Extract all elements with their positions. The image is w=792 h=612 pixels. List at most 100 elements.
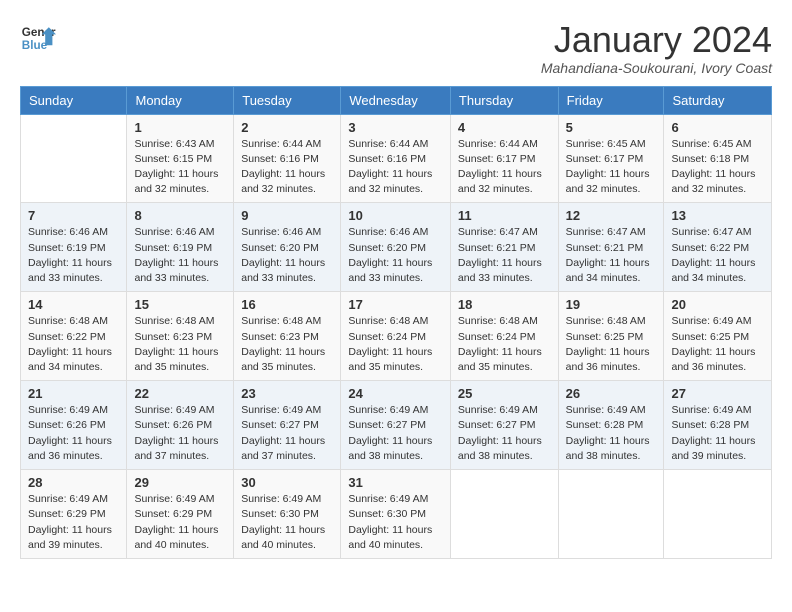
- day-info: Sunrise: 6:49 AMSunset: 6:29 PMDaylight:…: [134, 492, 226, 553]
- month-title: January 2024: [541, 20, 772, 60]
- day-number: 26: [566, 386, 657, 401]
- day-info: Sunrise: 6:48 AMSunset: 6:22 PMDaylight:…: [28, 314, 119, 375]
- day-of-week-header: Thursday: [450, 86, 558, 114]
- svg-text:Blue: Blue: [22, 39, 48, 52]
- calendar-cell: 7 Sunrise: 6:46 AMSunset: 6:19 PMDaylight…: [21, 203, 127, 292]
- calendar-cell: 6 Sunrise: 6:45 AMSunset: 6:18 PMDaylight…: [664, 114, 772, 203]
- day-number: 15: [134, 297, 226, 312]
- day-info: Sunrise: 6:49 AMSunset: 6:28 PMDaylight:…: [671, 403, 764, 464]
- calendar-cell: 18 Sunrise: 6:48 AMSunset: 6:24 PMDayligh…: [450, 292, 558, 381]
- calendar-week-row: 21 Sunrise: 6:49 AMSunset: 6:26 PMDayligh…: [21, 381, 772, 470]
- day-info: Sunrise: 6:48 AMSunset: 6:24 PMDaylight:…: [348, 314, 443, 375]
- day-info: Sunrise: 6:46 AMSunset: 6:19 PMDaylight:…: [28, 225, 119, 286]
- calendar-cell: 24 Sunrise: 6:49 AMSunset: 6:27 PMDayligh…: [341, 381, 451, 470]
- day-info: Sunrise: 6:45 AMSunset: 6:18 PMDaylight:…: [671, 137, 764, 198]
- page-header: General Blue January 2024 Mahandiana-Sou…: [20, 20, 772, 76]
- calendar-cell: 13 Sunrise: 6:47 AMSunset: 6:22 PMDayligh…: [664, 203, 772, 292]
- day-number: 11: [458, 208, 551, 223]
- day-number: 23: [241, 386, 333, 401]
- day-info: Sunrise: 6:49 AMSunset: 6:27 PMDaylight:…: [458, 403, 551, 464]
- calendar-cell: [21, 114, 127, 203]
- day-number: 13: [671, 208, 764, 223]
- day-number: 14: [28, 297, 119, 312]
- calendar-cell: 11 Sunrise: 6:47 AMSunset: 6:21 PMDayligh…: [450, 203, 558, 292]
- day-number: 17: [348, 297, 443, 312]
- day-info: Sunrise: 6:49 AMSunset: 6:29 PMDaylight:…: [28, 492, 119, 553]
- calendar-cell: 20 Sunrise: 6:49 AMSunset: 6:25 PMDayligh…: [664, 292, 772, 381]
- day-info: Sunrise: 6:47 AMSunset: 6:22 PMDaylight:…: [671, 225, 764, 286]
- day-info: Sunrise: 6:44 AMSunset: 6:16 PMDaylight:…: [241, 137, 333, 198]
- day-number: 7: [28, 208, 119, 223]
- day-info: Sunrise: 6:46 AMSunset: 6:20 PMDaylight:…: [348, 225, 443, 286]
- day-info: Sunrise: 6:49 AMSunset: 6:27 PMDaylight:…: [348, 403, 443, 464]
- day-info: Sunrise: 6:49 AMSunset: 6:28 PMDaylight:…: [566, 403, 657, 464]
- day-info: Sunrise: 6:46 AMSunset: 6:20 PMDaylight:…: [241, 225, 333, 286]
- day-number: 2: [241, 120, 333, 135]
- day-info: Sunrise: 6:49 AMSunset: 6:27 PMDaylight:…: [241, 403, 333, 464]
- day-number: 22: [134, 386, 226, 401]
- day-of-week-header: Saturday: [664, 86, 772, 114]
- day-number: 20: [671, 297, 764, 312]
- calendar-cell: 12Sunrise: 6:47 AMSunset: 6:21 PMDayligh…: [558, 203, 664, 292]
- calendar-cell: 19Sunrise: 6:48 AMSunset: 6:25 PMDayligh…: [558, 292, 664, 381]
- calendar-cell: 17 Sunrise: 6:48 AMSunset: 6:24 PMDayligh…: [341, 292, 451, 381]
- day-info: Sunrise: 6:48 AMSunset: 6:23 PMDaylight:…: [241, 314, 333, 375]
- title-block: January 2024 Mahandiana-Soukourani, Ivor…: [541, 20, 772, 76]
- calendar-cell: 14 Sunrise: 6:48 AMSunset: 6:22 PMDayligh…: [21, 292, 127, 381]
- logo-icon: General Blue: [20, 20, 56, 56]
- day-number: 28: [28, 475, 119, 490]
- calendar-cell: 1Sunrise: 6:43 AMSunset: 6:15 PMDaylight…: [127, 114, 234, 203]
- calendar-cell: [664, 470, 772, 559]
- day-info: Sunrise: 6:45 AMSunset: 6:17 PMDaylight:…: [566, 137, 657, 198]
- day-number: 27: [671, 386, 764, 401]
- day-info: Sunrise: 6:49 AMSunset: 6:25 PMDaylight:…: [671, 314, 764, 375]
- location-subtitle: Mahandiana-Soukourani, Ivory Coast: [541, 60, 772, 76]
- calendar-week-row: 1Sunrise: 6:43 AMSunset: 6:15 PMDaylight…: [21, 114, 772, 203]
- calendar-cell: 3Sunrise: 6:44 AMSunset: 6:16 PMDaylight…: [341, 114, 451, 203]
- day-number: 16: [241, 297, 333, 312]
- calendar-header-row: SundayMondayTuesdayWednesdayThursdayFrid…: [21, 86, 772, 114]
- calendar-week-row: 14 Sunrise: 6:48 AMSunset: 6:22 PMDayligh…: [21, 292, 772, 381]
- calendar-week-row: 28 Sunrise: 6:49 AMSunset: 6:29 PMDayligh…: [21, 470, 772, 559]
- day-number: 25: [458, 386, 551, 401]
- calendar-cell: [558, 470, 664, 559]
- calendar-cell: 25 Sunrise: 6:49 AMSunset: 6:27 PMDayligh…: [450, 381, 558, 470]
- calendar-week-row: 7 Sunrise: 6:46 AMSunset: 6:19 PMDaylight…: [21, 203, 772, 292]
- day-number: 12: [566, 208, 657, 223]
- day-number: 6: [671, 120, 764, 135]
- day-number: 18: [458, 297, 551, 312]
- day-of-week-header: Sunday: [21, 86, 127, 114]
- calendar-cell: 10Sunrise: 6:46 AMSunset: 6:20 PMDayligh…: [341, 203, 451, 292]
- logo: General Blue: [20, 20, 56, 56]
- day-number: 3: [348, 120, 443, 135]
- calendar-cell: 16 Sunrise: 6:48 AMSunset: 6:23 PMDayligh…: [234, 292, 341, 381]
- day-info: Sunrise: 6:48 AMSunset: 6:25 PMDaylight:…: [566, 314, 657, 375]
- day-info: Sunrise: 6:49 AMSunset: 6:26 PMDaylight:…: [28, 403, 119, 464]
- day-info: Sunrise: 6:43 AMSunset: 6:15 PMDaylight:…: [134, 137, 226, 198]
- calendar-cell: 21 Sunrise: 6:49 AMSunset: 6:26 PMDayligh…: [21, 381, 127, 470]
- day-of-week-header: Friday: [558, 86, 664, 114]
- day-number: 8: [134, 208, 226, 223]
- day-number: 24: [348, 386, 443, 401]
- day-info: Sunrise: 6:48 AMSunset: 6:23 PMDaylight:…: [134, 314, 226, 375]
- day-of-week-header: Wednesday: [341, 86, 451, 114]
- calendar-cell: 27 Sunrise: 6:49 AMSunset: 6:28 PMDayligh…: [664, 381, 772, 470]
- calendar-cell: 22 Sunrise: 6:49 AMSunset: 6:26 PMDayligh…: [127, 381, 234, 470]
- calendar-cell: 31Sunrise: 6:49 AMSunset: 6:30 PMDayligh…: [341, 470, 451, 559]
- day-info: Sunrise: 6:44 AMSunset: 6:17 PMDaylight:…: [458, 137, 551, 198]
- calendar-cell: 28 Sunrise: 6:49 AMSunset: 6:29 PMDayligh…: [21, 470, 127, 559]
- calendar-cell: 26 Sunrise: 6:49 AMSunset: 6:28 PMDayligh…: [558, 381, 664, 470]
- calendar-cell: 29 Sunrise: 6:49 AMSunset: 6:29 PMDayligh…: [127, 470, 234, 559]
- day-of-week-header: Monday: [127, 86, 234, 114]
- calendar-cell: 30Sunrise: 6:49 AMSunset: 6:30 PMDayligh…: [234, 470, 341, 559]
- day-number: 21: [28, 386, 119, 401]
- calendar-cell: 4Sunrise: 6:44 AMSunset: 6:17 PMDaylight…: [450, 114, 558, 203]
- day-number: 9: [241, 208, 333, 223]
- calendar-cell: 2 Sunrise: 6:44 AMSunset: 6:16 PMDaylight…: [234, 114, 341, 203]
- day-info: Sunrise: 6:47 AMSunset: 6:21 PMDaylight:…: [458, 225, 551, 286]
- day-info: Sunrise: 6:48 AMSunset: 6:24 PMDaylight:…: [458, 314, 551, 375]
- calendar-cell: 8Sunrise: 6:46 AMSunset: 6:19 PMDaylight…: [127, 203, 234, 292]
- day-info: Sunrise: 6:49 AMSunset: 6:26 PMDaylight:…: [134, 403, 226, 464]
- day-number: 29: [134, 475, 226, 490]
- day-info: Sunrise: 6:49 AMSunset: 6:30 PMDaylight:…: [348, 492, 443, 553]
